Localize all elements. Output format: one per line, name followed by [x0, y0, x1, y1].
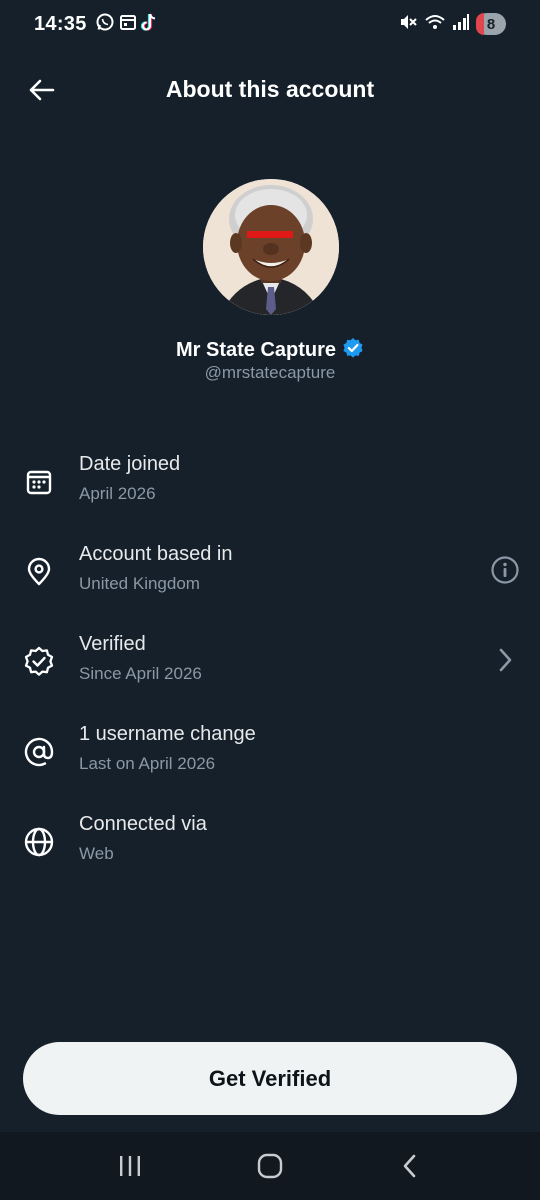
- row-subtitle: Last on April 2026: [79, 754, 216, 773]
- info-icon[interactable]: [488, 553, 522, 587]
- info-row-date-joined: Date joined April 2026: [0, 453, 540, 543]
- info-row-verified[interactable]: Verified Since April 2026: [0, 633, 540, 723]
- row-title: Account based in: [79, 543, 233, 565]
- row-subtitle: Web: [79, 844, 114, 863]
- display-name-row: Mr State Capture: [0, 337, 540, 364]
- row-title: Connected via: [79, 813, 207, 835]
- arrow-left-icon: [29, 79, 55, 101]
- status-time: 14:35: [34, 12, 87, 35]
- avatar-image: [203, 179, 339, 315]
- recent-apps-icon: [120, 1156, 140, 1176]
- avatar[interactable]: [203, 179, 339, 315]
- calendar-icon: [119, 13, 137, 36]
- whatsapp-icon: [95, 12, 115, 37]
- wifi-icon: [424, 12, 446, 37]
- display-name: Mr State Capture: [175, 339, 337, 361]
- page-title: About this account: [165, 75, 375, 102]
- info-row-username-change: 1 username change Last on April 2026: [0, 723, 540, 813]
- signal-icon: [452, 13, 470, 36]
- username: @mrstatecapture: [204, 363, 336, 382]
- status-bar: 14:35 8: [0, 0, 540, 48]
- info-row-connected-via: Connected via Web: [0, 813, 540, 903]
- chevron-right-icon[interactable]: [488, 643, 522, 677]
- calendar-icon: [22, 465, 56, 499]
- get-verified-button[interactable]: Get Verified: [23, 1042, 517, 1115]
- back-icon: [403, 1154, 416, 1178]
- battery-level: 8: [486, 15, 496, 33]
- tiktok-icon: [140, 12, 159, 37]
- row-title: Date joined: [79, 453, 181, 475]
- at-sign-icon: [22, 735, 56, 769]
- globe-icon: [22, 825, 56, 859]
- row-title: Verified: [79, 633, 146, 655]
- back-nav-button[interactable]: [380, 1141, 440, 1191]
- header: About this account: [0, 60, 540, 118]
- row-title: 1 username change: [79, 723, 256, 745]
- mute-icon: [398, 12, 418, 37]
- home-icon: [257, 1153, 283, 1179]
- notification-icons: [95, 12, 159, 37]
- status-left: 14:35: [34, 12, 159, 37]
- row-subtitle: April 2026: [79, 484, 156, 503]
- info-row-account-location: Account based in United Kingdom: [0, 543, 540, 633]
- recent-apps-button[interactable]: [100, 1141, 160, 1191]
- row-subtitle: Since April 2026: [79, 664, 202, 683]
- status-right: 8: [398, 12, 506, 37]
- system-nav-bar: [0, 1132, 540, 1200]
- back-button[interactable]: [24, 73, 58, 107]
- verified-badge-icon: [22, 645, 56, 679]
- battery-indicator: 8: [476, 13, 506, 35]
- location-pin-icon: [22, 555, 56, 589]
- home-button[interactable]: [240, 1141, 300, 1191]
- row-subtitle: United Kingdom: [79, 574, 200, 593]
- verified-checkmark-icon: [342, 337, 364, 364]
